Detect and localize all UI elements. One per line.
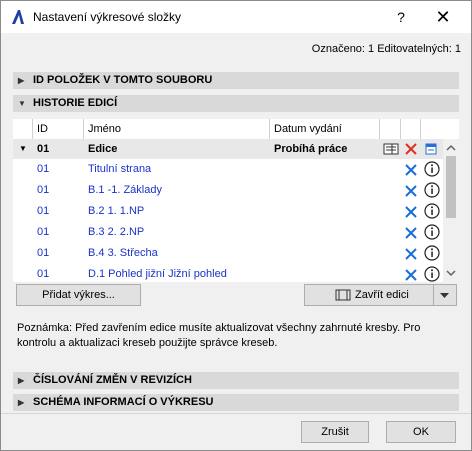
row-id: 01 (37, 205, 50, 217)
archicad-icon (12, 10, 24, 24)
help-button[interactable]: ? (387, 7, 415, 27)
table-row[interactable]: 01 B.3 2. 2.NP (13, 222, 443, 243)
row-id: 01 (37, 163, 50, 175)
issue-history-table: ID Jméno Datum vydání ▼ 01 Edice Probíhá… (13, 119, 459, 282)
column-header-toggle (13, 119, 33, 139)
close-edition-button[interactable]: Zavřít edici (304, 284, 457, 306)
close-edition-dropdown[interactable] (433, 285, 456, 305)
expand-arrow-icon: ▶ (18, 376, 25, 385)
section-revision-numbering[interactable]: ▶ ČÍSLOVÁNÍ ZMĚN V REVIZÍCH (13, 372, 459, 389)
add-drawing-button[interactable]: Přidat výkres... (16, 284, 141, 306)
table-row[interactable]: 01 B.1 -1. Základy (13, 180, 443, 201)
section-issue-history[interactable]: ▼ HISTORIE EDICÍ (13, 95, 459, 112)
section-label: ID POLOŽEK V TOMTO SOUBORU (33, 74, 213, 86)
scroll-down-icon[interactable] (446, 269, 456, 277)
issue-group-row[interactable]: ▼ 01 Edice Probíhá práce (13, 139, 443, 159)
scrollbar-thumb[interactable] (446, 156, 456, 218)
remove-icon[interactable] (404, 205, 418, 219)
column-header-icon (421, 119, 443, 139)
chevron-down-icon (440, 293, 449, 298)
table-row[interactable]: 01 D.1 Pohled jižní Jižní pohled (13, 264, 443, 282)
group-name: Edice (88, 143, 118, 155)
remove-icon[interactable] (404, 226, 418, 240)
cancel-button[interactable]: Zrušit (301, 421, 369, 443)
remove-icon[interactable] (404, 184, 418, 198)
column-header-icon (380, 119, 401, 139)
delete-icon[interactable] (404, 142, 418, 156)
section-item-ids[interactable]: ▶ ID POLOŽEK V TOMTO SOUBORU (13, 72, 459, 89)
info-icon[interactable] (424, 224, 440, 240)
column-header-name[interactable]: Jméno (84, 119, 270, 139)
section-label: HISTORIE EDICÍ (33, 97, 118, 109)
close-button[interactable]: ✕ (429, 7, 457, 27)
table-row[interactable]: 01 Titulní strana (13, 159, 443, 180)
column-header-date[interactable]: Datum vydání (270, 119, 380, 139)
divider (1, 413, 471, 414)
row-name: B.1 -1. Základy (88, 184, 162, 196)
row-name: B.3 2. 2.NP (88, 226, 145, 238)
table-row[interactable]: 01 B.2 1. 1.NP (13, 201, 443, 222)
info-icon[interactable] (424, 203, 440, 219)
window-title: Nastavení výkresové složky (33, 10, 182, 24)
info-icon[interactable] (424, 161, 440, 177)
row-name: B.4 3. Střecha (88, 247, 158, 259)
remove-icon[interactable] (404, 268, 418, 282)
row-id: 01 (37, 247, 50, 259)
close-edition-label: Zavřít edici (355, 289, 409, 301)
section-label: SCHÉMA INFORMACÍ O VÝKRESU (33, 396, 214, 408)
column-header-id[interactable]: ID (33, 119, 84, 139)
group-id: 01 (37, 143, 50, 155)
calendar-icon[interactable] (425, 143, 437, 155)
info-icon[interactable] (424, 266, 440, 282)
row-id: 01 (37, 268, 50, 280)
info-icon[interactable] (424, 245, 440, 261)
row-id: 01 (37, 184, 50, 196)
ok-button[interactable]: OK (386, 421, 456, 443)
layout-book-icon (335, 289, 351, 301)
layout-book-settings-dialog: Nastavení výkresové složky ? ✕ Označeno:… (0, 0, 472, 451)
row-name: Titulní strana (88, 163, 152, 175)
title-bar: Nastavení výkresové složky ? ✕ (1, 1, 471, 33)
info-icon[interactable] (424, 182, 440, 198)
table-row[interactable]: 01 B.4 3. Střecha (13, 243, 443, 264)
layout-book-icon[interactable] (383, 142, 399, 156)
collapse-arrow-icon: ▼ (18, 99, 26, 108)
remove-icon[interactable] (404, 247, 418, 261)
remove-icon[interactable] (404, 163, 418, 177)
row-name: B.2 1. 1.NP (88, 205, 145, 217)
section-label: ČÍSLOVÁNÍ ZMĚN V REVIZÍCH (33, 374, 192, 386)
row-id: 01 (37, 226, 50, 238)
row-name: D.1 Pohled jižní Jižní pohled (88, 268, 227, 280)
section-drawing-info-schema[interactable]: ▶ SCHÉMA INFORMACÍ O VÝKRESU (13, 394, 459, 411)
group-status: Probíhá práce (274, 143, 348, 155)
vertical-scrollbar[interactable] (443, 139, 459, 282)
expand-arrow-icon: ▶ (18, 76, 25, 85)
selection-counter: Označeno: 1 Editovatelných: 1 (311, 43, 461, 55)
scroll-up-icon[interactable] (446, 144, 456, 152)
collapse-arrow-icon[interactable]: ▼ (19, 139, 27, 159)
note-text: Poznámka: Před zavřením edice musíte akt… (17, 322, 421, 349)
column-header-icon (401, 119, 421, 139)
expand-arrow-icon: ▶ (18, 398, 25, 407)
